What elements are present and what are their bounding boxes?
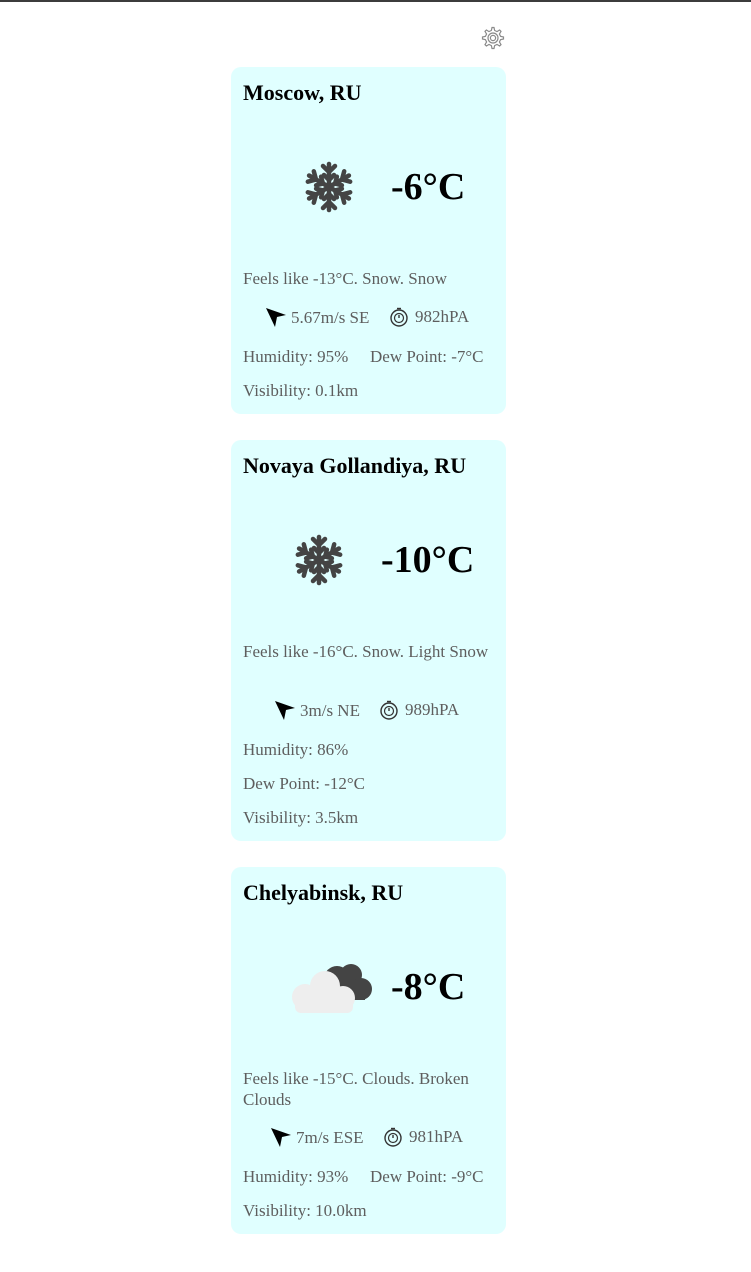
weather-card-moscow: Moscow, RU -6°C Feels like -13°C. Snow. … [231,67,506,414]
feels-like-text: Feels like -13°C. Snow. Snow [243,269,448,288]
pressure-value: 982hPA [415,307,470,326]
wind-speed: 3m/s NE [300,701,360,720]
pressure-gauge-icon [390,307,408,327]
wind-info: 5.67m/s SE [265,307,369,329]
window-top-border [0,0,751,2]
pressure-info: 989hPA [379,700,459,720]
snowflake-icon [303,161,355,213]
dew-point-text: Dew Point: -7°C [370,347,484,366]
feels-like-text: Feels like -15°C. Clouds. Broken Clouds [243,1069,469,1109]
pressure-info: 982hPA [389,307,469,327]
visibility-text: Visibility: 3.5km [243,808,359,827]
snowflake-icon [293,534,345,586]
wind-speed: 5.67m/s SE [291,308,370,327]
pressure-value: 989hPA [405,700,460,719]
pressure-info: 981hPA [383,1127,463,1147]
pressure-value: 981hPA [409,1127,464,1146]
broken-clouds-icon [292,964,372,1013]
city-name: Chelyabinsk, RU [243,880,404,905]
wind-info: 7m/s ESE [270,1127,364,1149]
temperature: -8°C [391,966,466,1008]
wind-speed: 7m/s ESE [296,1128,364,1147]
dew-point-text: Dew Point: -9°C [370,1167,484,1186]
pressure-gauge-icon [380,700,398,720]
weather-card-chelyabinsk: Chelyabinsk, RU -8°C Feels like -15°C. C… [231,867,506,1234]
humidity-text: Humidity: 86% [243,740,349,759]
visibility-text: Visibility: 0.1km [243,381,359,400]
wind-direction-icon [275,701,295,720]
wind-direction-icon [266,308,286,327]
dew-point-text: Dew Point: -12°C [243,774,366,793]
temperature: -6°C [391,166,466,208]
gear-icon[interactable] [480,25,506,51]
humidity-text: Humidity: 93% [243,1167,349,1186]
feels-like-text: Feels like -16°C. Snow. Light Snow [243,642,489,661]
temperature: -10°C [381,539,475,581]
humidity-text: Humidity: 95% [243,347,349,366]
weather-card-novaya-gollandiya: Novaya Gollandiya, RU -10°C Feels like -… [231,440,506,841]
city-name: Moscow, RU [243,80,362,105]
pressure-gauge-icon [384,1127,402,1147]
visibility-text: Visibility: 10.0km [243,1201,367,1220]
wind-direction-icon [271,1128,291,1147]
city-name: Novaya Gollandiya, RU [243,453,467,478]
wind-info: 3m/s NE [274,700,360,722]
